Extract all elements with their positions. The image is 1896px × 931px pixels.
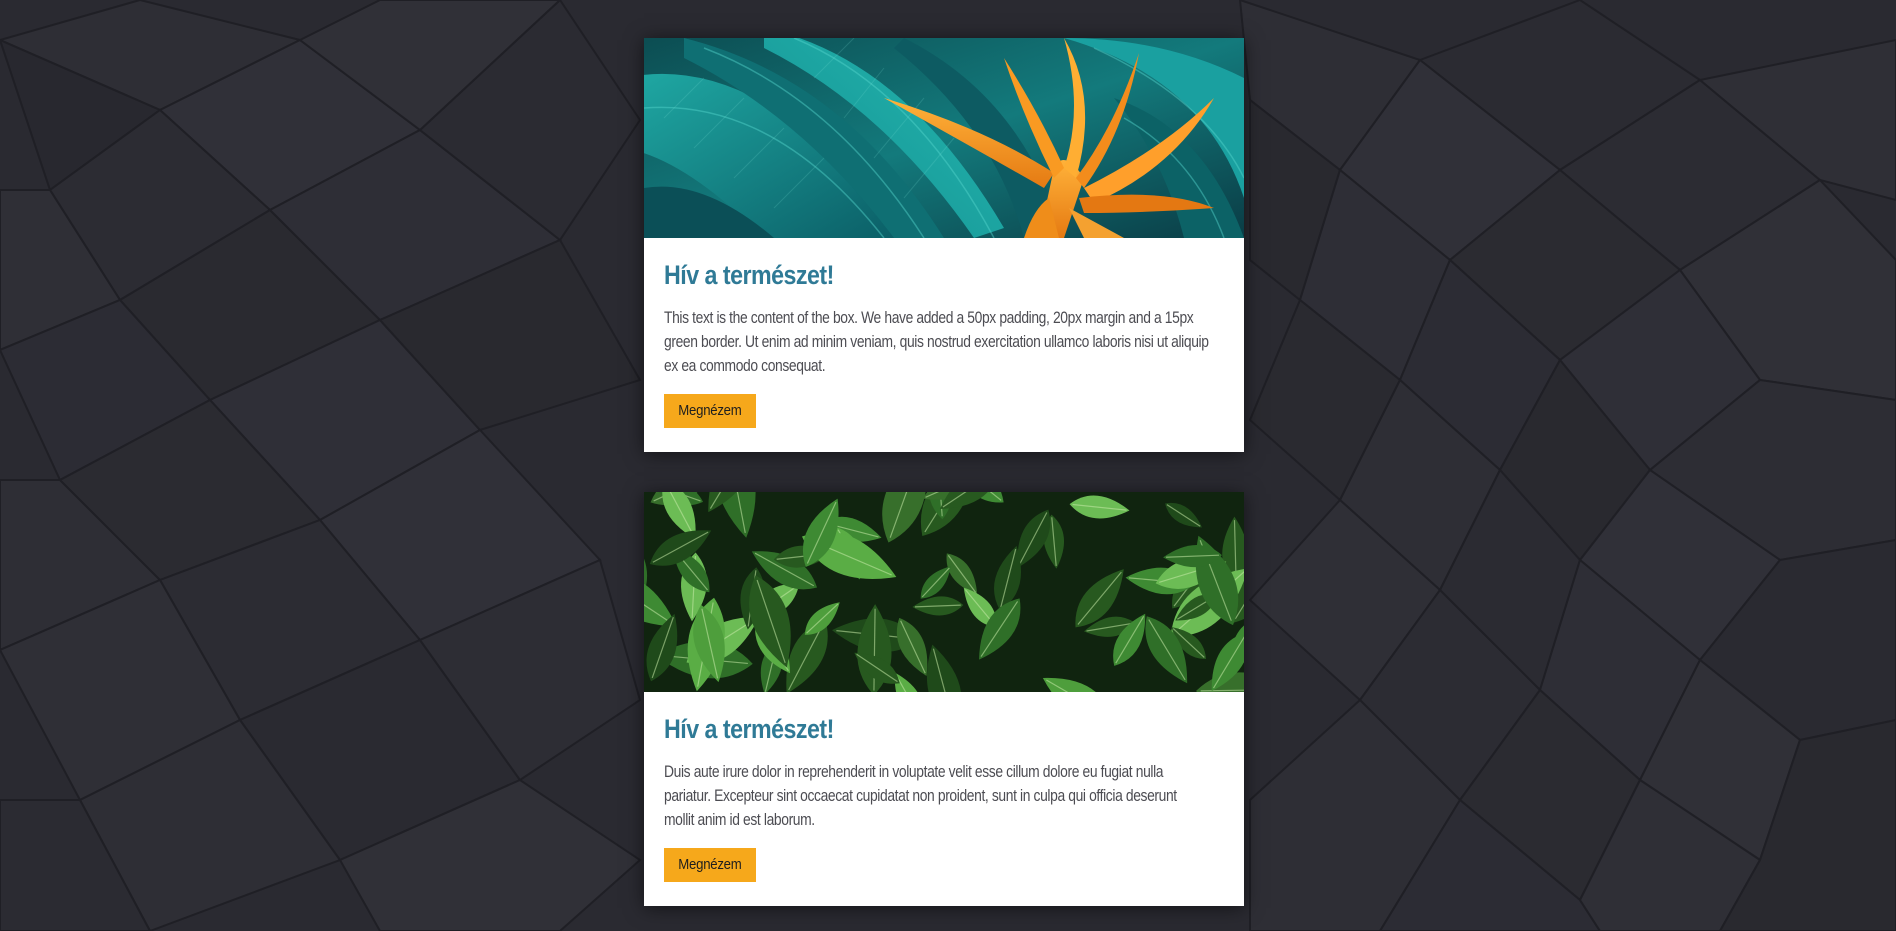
card-title: Hív a természet!	[664, 260, 834, 290]
card-text: Duis aute irure dolor in reprehenderit i…	[664, 763, 1177, 829]
view-button-label: Megnézem	[678, 856, 742, 873]
tropical-leaves-image	[644, 38, 1244, 238]
tropical-leaves-bird-of-paradise-icon	[644, 38, 1244, 238]
green-foliage-icon	[644, 492, 1244, 692]
card-title: Hív a természet!	[664, 714, 834, 744]
view-button-label: Megnézem	[678, 402, 742, 419]
card-body: Hív a természet! Duis aute irure dolor i…	[644, 692, 1244, 902]
card: Hív a természet! This text is the conten…	[644, 38, 1244, 452]
card: Hív a természet! Duis aute irure dolor i…	[644, 492, 1244, 906]
view-button[interactable]: Megnézem	[664, 394, 756, 428]
green-foliage-image	[644, 492, 1244, 692]
card-text: This text is the content of the box. We …	[664, 309, 1209, 375]
view-button[interactable]: Megnézem	[664, 848, 756, 882]
card-body: Hív a természet! This text is the conten…	[644, 238, 1244, 448]
page: Hív a természet! This text is the conten…	[0, 0, 1896, 931]
